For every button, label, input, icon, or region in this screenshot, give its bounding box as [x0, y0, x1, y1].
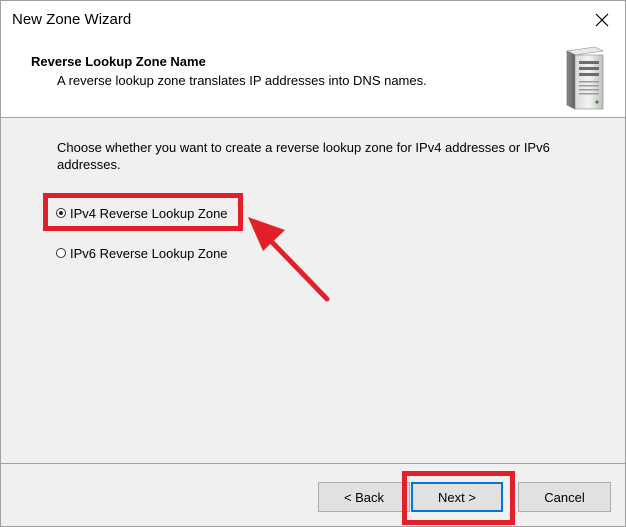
- window-title: New Zone Wizard: [12, 11, 132, 28]
- ipv6-reverse-lookup-option[interactable]: IPv6 Reverse Lookup Zone: [56, 244, 228, 262]
- close-icon: [595, 13, 609, 27]
- page-title: Reverse Lookup Zone Name: [31, 54, 206, 69]
- close-button[interactable]: [587, 5, 617, 35]
- ipv4-option-label: IPv4 Reverse Lookup Zone: [70, 205, 228, 221]
- ipv6-option-label: IPv6 Reverse Lookup Zone: [70, 245, 228, 261]
- ipv4-reverse-lookup-option[interactable]: IPv4 Reverse Lookup Zone: [56, 204, 228, 222]
- wizard-header: Reverse Lookup Zone Name A reverse looku…: [1, 39, 625, 118]
- server-icon: [566, 46, 604, 110]
- instruction-text: Choose whether you want to create a reve…: [57, 140, 550, 172]
- footer-separator: [1, 463, 625, 464]
- ipv6-radio-button[interactable]: [56, 248, 66, 258]
- cancel-button[interactable]: Cancel: [518, 482, 611, 512]
- wizard-content: Choose whether you want to create a reve…: [1, 118, 625, 463]
- ipv4-radio-button[interactable]: [56, 208, 66, 218]
- page-subtitle: A reverse lookup zone translates IP addr…: [57, 73, 427, 88]
- back-button[interactable]: < Back: [318, 482, 410, 512]
- new-zone-wizard-window: New Zone Wizard Reverse Lookup Zone Name…: [0, 0, 626, 527]
- next-button[interactable]: Next >: [411, 482, 503, 512]
- title-bar: New Zone Wizard: [1, 1, 625, 39]
